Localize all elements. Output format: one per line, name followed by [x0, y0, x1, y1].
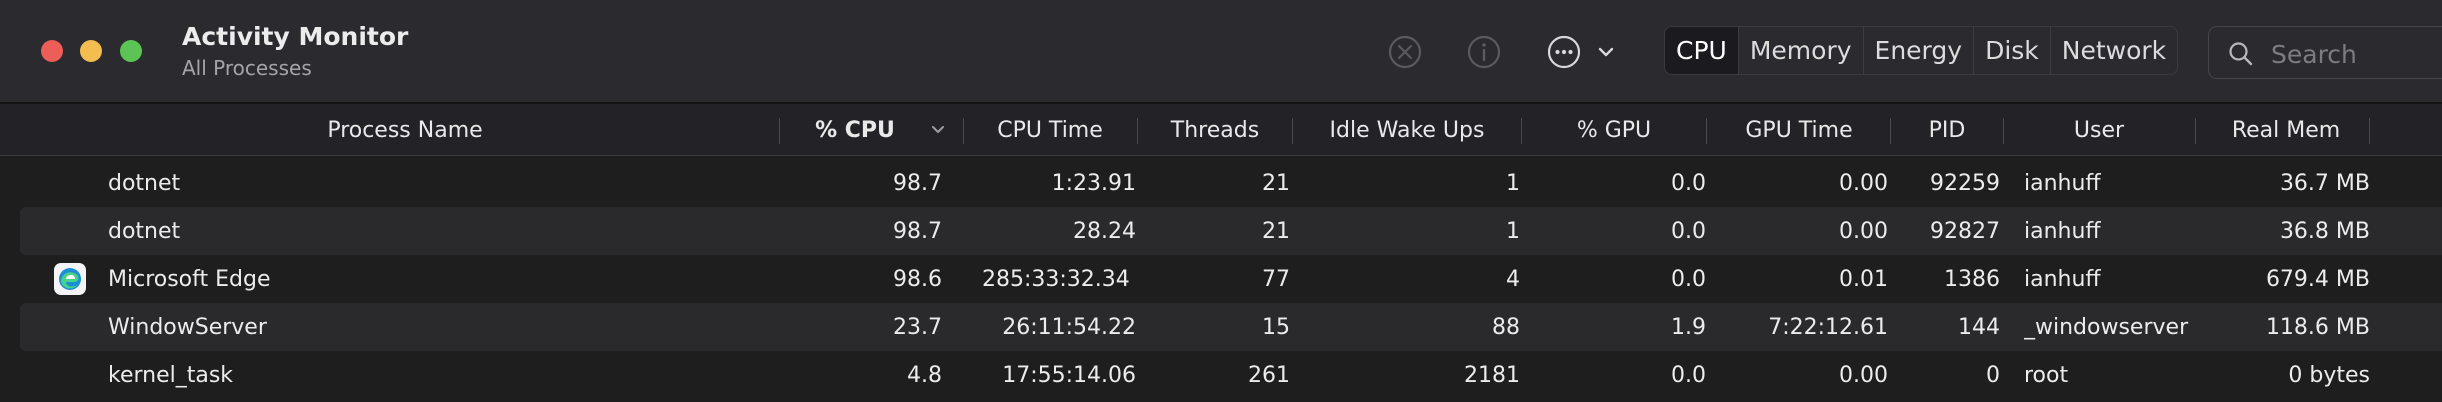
process-name: Microsoft Edge [108, 266, 271, 292]
pid: 144 [1958, 314, 2000, 340]
chevron-down-icon [1598, 47, 1614, 57]
thread-count: 261 [1248, 362, 1290, 388]
process-name: dotnet [108, 218, 181, 244]
real-memory: 118.6 MB [2265, 314, 2370, 340]
minimize-window-button[interactable] [80, 40, 102, 62]
pid: 92827 [1930, 218, 2000, 244]
column-divider[interactable] [2369, 118, 2370, 144]
info-circle-icon [1467, 35, 1501, 69]
column-header-pid[interactable]: PID [1891, 104, 2003, 156]
close-window-button[interactable] [41, 40, 63, 62]
column-header-gpu[interactable]: % GPU [1522, 104, 1706, 156]
real-memory: 0 bytes [2288, 362, 2370, 388]
gpu-time: 0.01 [1839, 266, 1888, 292]
user: _windowserver [2024, 314, 2189, 340]
table-row[interactable]: kernel_task 4.8 17:55:14.06 261 2181 0.0… [20, 351, 2442, 399]
more-actions-button[interactable] [1544, 32, 1584, 72]
cpu-time: 1:23.91 [1051, 170, 1136, 196]
thread-count: 15 [1262, 314, 1290, 340]
sort-descending-icon[interactable] [928, 120, 948, 140]
thread-count: 21 [1262, 170, 1290, 196]
category-tabs: CPU Memory Energy Disk Network [1664, 26, 2179, 75]
column-header-user[interactable]: User [2004, 104, 2194, 156]
gpu-time: 0.00 [1839, 362, 1888, 388]
cpu-time: 28.24 [1073, 218, 1136, 244]
column-header-row: Process Name % CPU CPU Time Threads Idle… [0, 104, 2442, 156]
real-memory: 679.4 MB [2265, 266, 2370, 292]
table-row[interactable]: dotnet 98.7 1:23.91 21 1 0.0 0.00 92259 … [20, 159, 2442, 207]
gpu-percent: 0.0 [1671, 170, 1706, 196]
tab-memory[interactable]: Memory [1739, 27, 1864, 74]
cpu-time: 26:11:54.22 [1002, 314, 1136, 340]
pid: 0 [1986, 362, 2000, 388]
gpu-percent: 0.0 [1671, 266, 1706, 292]
more-actions-dropdown[interactable] [1594, 40, 1618, 64]
cpu-percent: 98.6 [893, 266, 942, 292]
pid: 1386 [1944, 266, 2000, 292]
inspect-process-button[interactable] [1464, 32, 1504, 72]
process-name: WindowServer [108, 314, 267, 340]
search-icon [2229, 42, 2253, 66]
tab-energy[interactable]: Energy [1864, 27, 1975, 74]
x-circle-icon [1388, 35, 1422, 69]
column-header-threads[interactable]: Threads [1138, 104, 1292, 156]
process-table: dotnet 98.7 1:23.91 21 1 0.0 0.00 92259 … [0, 157, 2442, 402]
thread-count: 21 [1262, 218, 1290, 244]
cpu-time: 285:33:32.34 [982, 266, 1130, 292]
column-header-idle-wake-ups[interactable]: Idle Wake Ups [1293, 104, 1521, 156]
column-header-gpu-time[interactable]: GPU Time [1707, 104, 1891, 156]
user: ianhuff [2024, 266, 2101, 292]
table-row[interactable]: WindowServer 23.7 26:11:54.22 15 88 1.9 … [20, 303, 2442, 351]
real-memory: 36.7 MB [2279, 170, 2370, 196]
gpu-percent: 0.0 [1671, 362, 1706, 388]
search-input[interactable] [2269, 35, 2442, 73]
idle-wake-ups: 1 [1506, 170, 1520, 196]
user: root [2024, 362, 2069, 388]
process-name: kernel_task [108, 362, 234, 388]
tab-cpu[interactable]: CPU [1665, 27, 1739, 74]
stop-process-button[interactable] [1385, 32, 1425, 72]
zoom-window-button[interactable] [120, 40, 142, 62]
cpu-time: 17:55:14.06 [1002, 362, 1136, 388]
real-memory: 36.8 MB [2279, 218, 2370, 244]
idle-wake-ups: 4 [1506, 266, 1520, 292]
user: ianhuff [2024, 170, 2101, 196]
idle-wake-ups: 88 [1492, 314, 1520, 340]
cpu-percent: 4.8 [907, 362, 942, 388]
gpu-time: 0.00 [1839, 218, 1888, 244]
column-header-cpu[interactable]: % CPU [780, 104, 930, 156]
title-bar: Activity Monitor All Processes CPU Memor… [0, 0, 2442, 104]
cpu-percent: 98.7 [893, 170, 942, 196]
gpu-percent: 0.0 [1671, 218, 1706, 244]
tab-network[interactable]: Network [2051, 27, 2177, 74]
column-header-real-mem[interactable]: Real Mem [2196, 104, 2376, 156]
app-title: Activity Monitor [182, 22, 409, 51]
pid: 92259 [1930, 170, 2000, 196]
table-row[interactable]: dotnet 98.7 28.24 21 1 0.0 0.00 92827 ia… [20, 207, 2442, 255]
cpu-percent: 23.7 [893, 314, 942, 340]
search-field[interactable] [2208, 26, 2442, 79]
idle-wake-ups: 2181 [1464, 362, 1520, 388]
process-name: dotnet [108, 170, 181, 196]
tab-disk[interactable]: Disk [1974, 27, 2051, 74]
view-subtitle[interactable]: All Processes [182, 56, 312, 80]
ellipsis-circle-icon [1547, 35, 1581, 69]
edge-browser-icon [54, 263, 86, 295]
table-row[interactable]: Microsoft Edge 98.6 285:33:32.34 77 4 0.… [20, 255, 2442, 303]
gpu-time: 7:22:12.61 [1768, 314, 1888, 340]
gpu-percent: 1.9 [1671, 314, 1706, 340]
thread-count: 77 [1262, 266, 1290, 292]
gpu-time: 0.00 [1839, 170, 1888, 196]
column-header-cpu-time[interactable]: CPU Time [964, 104, 1136, 156]
user: ianhuff [2024, 218, 2101, 244]
column-header-process-name[interactable]: Process Name [20, 104, 790, 156]
activity-monitor-window: Activity Monitor All Processes CPU Memor… [0, 0, 2442, 402]
idle-wake-ups: 1 [1506, 218, 1520, 244]
cpu-percent: 98.7 [893, 218, 942, 244]
